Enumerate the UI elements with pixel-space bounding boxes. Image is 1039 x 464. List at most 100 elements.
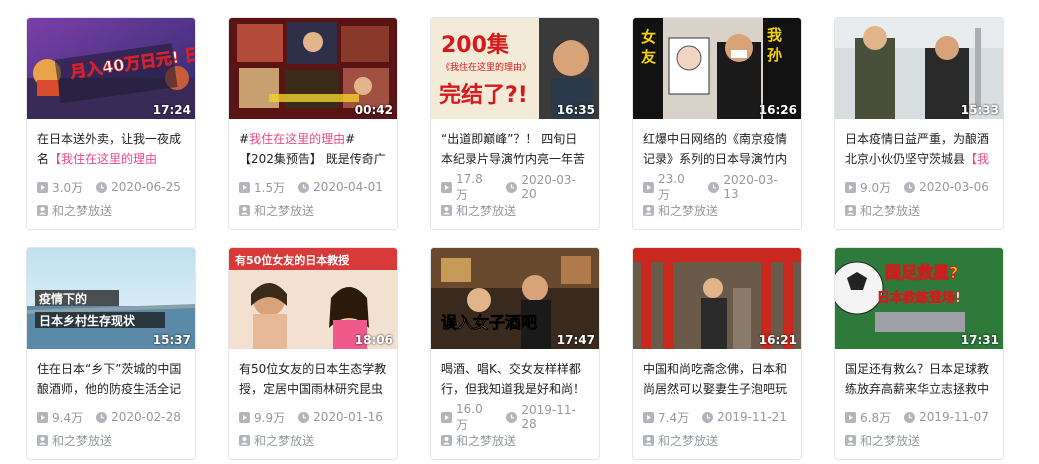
video-thumbnail[interactable]: 200集 《我住在这里的理由》 完结了?! 16:35 [431, 18, 599, 119]
uploader[interactable]: 和之梦放送 [845, 431, 993, 449]
video-meta: 6.8万 2019-11-07 [845, 408, 993, 426]
video-card[interactable]: 误入女子酒吧 17:47 喝酒、唱K、交女友样样都行，但我知道我是好和尚！ 16… [430, 247, 600, 460]
publish-date: 2020-01-16 [298, 410, 383, 424]
view-count: 17.8万 [441, 172, 493, 203]
video-card[interactable]: 00:42 #我住在这里的理由#【202集预告】 既是传奇广告人， 1.5万 2… [228, 17, 398, 230]
uploader[interactable]: 和之梦放送 [239, 431, 387, 449]
video-thumbnail[interactable]: 女 友 我 孙 16:26 [633, 18, 801, 119]
clock-icon [298, 411, 310, 423]
video-title[interactable]: 住在日本“乡下”茨城的中国酿酒师，他的防疫生活全记 [37, 359, 185, 399]
video-thumbnail[interactable]: 有50位女友的日本教授 18:06 [229, 248, 397, 349]
video-thumbnail[interactable]: 误入女子酒吧 17:47 [431, 248, 599, 349]
video-meta: 23.0万 2020-03-13 [643, 172, 791, 202]
play-square-icon [441, 411, 452, 423]
publish-date-value: 2019-11-28 [521, 403, 576, 431]
user-icon [239, 434, 250, 446]
video-title[interactable]: 中国和尚吃斋念佛，日本和尚居然可以娶妻生子泡吧玩 [643, 359, 791, 399]
uploader[interactable]: 和之梦放送 [845, 201, 993, 219]
publish-date: 2019-11-28 [506, 403, 589, 431]
video-duration: 16:35 [556, 103, 595, 117]
uploader-name: 和之梦放送 [52, 433, 113, 448]
view-count-value: 9.4万 [52, 410, 84, 425]
video-card[interactable]: 女 友 我 孙 16:26 红爆中日网络的《南京疫情记录》系列的日本导演竹内 2… [632, 17, 802, 230]
video-card[interactable]: 有50位女友的日本教授 18:06 有50位女友的日本生态学教授，定居中国雨林研… [228, 247, 398, 460]
svg-text:国足救星?: 国足救星? [885, 263, 958, 282]
video-meta: 9.9万 2020-01-16 [239, 408, 387, 426]
video-title[interactable]: “出道即巅峰”？！ 四旬日本纪录片导演竹内亮一年苦蹭 [441, 129, 589, 169]
play-square-icon [441, 181, 452, 193]
view-count: 23.0万 [643, 172, 695, 203]
publish-date: 2020-04-01 [298, 180, 383, 194]
user-icon [643, 434, 654, 446]
user-icon [239, 204, 250, 216]
video-card[interactable]: 疫情下的 日本乡村生存现状 15:37 住在日本“乡下”茨城的中国酿酒师，他的防… [26, 247, 196, 460]
video-thumbnail[interactable]: 疫情下的 日本乡村生存现状 15:37 [27, 248, 195, 349]
play-square-icon [845, 411, 856, 423]
video-thumbnail[interactable]: 月入40万日元! 日本留学生的外卖人生 17:24 [27, 18, 195, 119]
svg-text:完结了?!: 完结了?! [439, 82, 528, 108]
view-count-value: 9.9万 [254, 410, 286, 425]
uploader[interactable]: 和之梦放送 [37, 431, 185, 449]
uploader-name: 和之梦放送 [254, 433, 315, 448]
play-square-icon [239, 411, 250, 423]
svg-text:误入女子酒吧: 误入女子酒吧 [441, 313, 537, 332]
video-thumbnail[interactable]: 15:33 [835, 18, 1003, 119]
clock-icon [708, 181, 720, 193]
svg-text:疫情下的: 疫情下的 [39, 291, 87, 306]
svg-text:友: 友 [641, 48, 656, 66]
video-thumbnail[interactable]: 国足救星? 日本教练登场! 17:31 [835, 248, 1003, 349]
video-title[interactable]: #我住在这里的理由#【202集预告】 既是传奇广告人， [239, 129, 387, 169]
view-count-value: 3.0万 [52, 180, 84, 195]
title-highlight: 我住在这里的理由 [249, 132, 346, 146]
publish-date-value: 2019-11-07 [919, 410, 989, 424]
user-icon [845, 434, 856, 446]
video-meta: 9.0万 2020-03-06 [845, 178, 993, 196]
play-square-icon [239, 181, 250, 193]
view-count: 9.0万 [845, 179, 891, 196]
svg-text:日本乡村生存现状: 日本乡村生存现状 [39, 313, 136, 328]
video-card[interactable]: 15:33 日本疫情日益严重，为酿酒北京小伙仍坚守茨城县【我 9.0万 2020… [834, 17, 1004, 230]
view-count: 9.9万 [239, 409, 285, 426]
user-icon [37, 434, 48, 446]
clock-icon [506, 411, 518, 423]
video-card[interactable]: 月入40万日元! 日本留学生的外卖人生 17:24 在日本送外卖，让我一夜成名【… [26, 17, 196, 230]
publish-date-value: 2020-03-06 [919, 180, 989, 194]
video-duration: 15:33 [960, 103, 999, 117]
title-text: 喝酒、唱K、交女友样样都行，但我知道我是好和尚！ [441, 362, 586, 396]
user-icon [643, 204, 654, 216]
play-square-icon [37, 181, 48, 193]
play-square-icon [643, 181, 654, 193]
svg-text:女: 女 [641, 28, 656, 46]
publish-date: 2020-03-13 [708, 173, 791, 201]
view-count-value: 6.8万 [860, 410, 892, 425]
video-title[interactable]: 在日本送外卖，让我一夜成名【我住在这里的理由 [37, 129, 185, 169]
video-card[interactable]: 国足救星? 日本教练登场! 17:31 国足还有救么？日本足球教练放弃高薪来华立… [834, 247, 1004, 460]
video-title[interactable]: 有50位女友的日本生态学教授，定居中国雨林研究昆虫 [239, 359, 387, 399]
svg-text:日本教练登场!: 日本教练登场! [877, 290, 961, 306]
view-count: 7.4万 [643, 409, 689, 426]
video-title[interactable]: 喝酒、唱K、交女友样样都行，但我知道我是好和尚！ [441, 359, 589, 399]
video-card[interactable]: 16:21 中国和尚吃斋念佛，日本和尚居然可以娶妻生子泡吧玩 7.4万 2019… [632, 247, 802, 460]
video-title[interactable]: 国足还有救么？日本足球教练放弃高薪来华立志拯救中 [845, 359, 993, 399]
video-title[interactable]: 日本疫情日益严重，为酿酒北京小伙仍坚守茨城县【我 [845, 129, 993, 169]
view-count-value: 23.0万 [658, 171, 685, 202]
publish-date-value: 2020-02-28 [111, 410, 181, 424]
uploader[interactable]: 和之梦放送 [37, 201, 185, 219]
play-square-icon [37, 411, 48, 423]
video-thumbnail[interactable]: 16:21 [633, 248, 801, 349]
publish-date-value: 2020-03-20 [521, 173, 576, 201]
video-title[interactable]: 红爆中日网络的《南京疫情记录》系列的日本导演竹内 [643, 129, 791, 169]
uploader[interactable]: 和之梦放送 [643, 201, 791, 219]
uploader[interactable]: 和之梦放送 [643, 431, 791, 449]
title-text: “出道即巅峰”？！ 四旬日本纪录片导演竹内亮一年苦蹭 [441, 132, 586, 166]
uploader[interactable]: 和之梦放送 [441, 431, 589, 449]
video-meta: 1.5万 2020-04-01 [239, 178, 387, 196]
video-card[interactable]: 200集 《我住在这里的理由》 完结了?! 16:35 “出道即巅峰”？！ 四旬… [430, 17, 600, 230]
svg-text:我: 我 [767, 26, 782, 44]
clock-icon [298, 181, 310, 193]
uploader[interactable]: 和之梦放送 [441, 201, 589, 219]
video-duration: 17:47 [556, 333, 595, 347]
clock-icon [96, 411, 108, 423]
video-thumbnail[interactable]: 00:42 [229, 18, 397, 119]
uploader[interactable]: 和之梦放送 [239, 201, 387, 219]
